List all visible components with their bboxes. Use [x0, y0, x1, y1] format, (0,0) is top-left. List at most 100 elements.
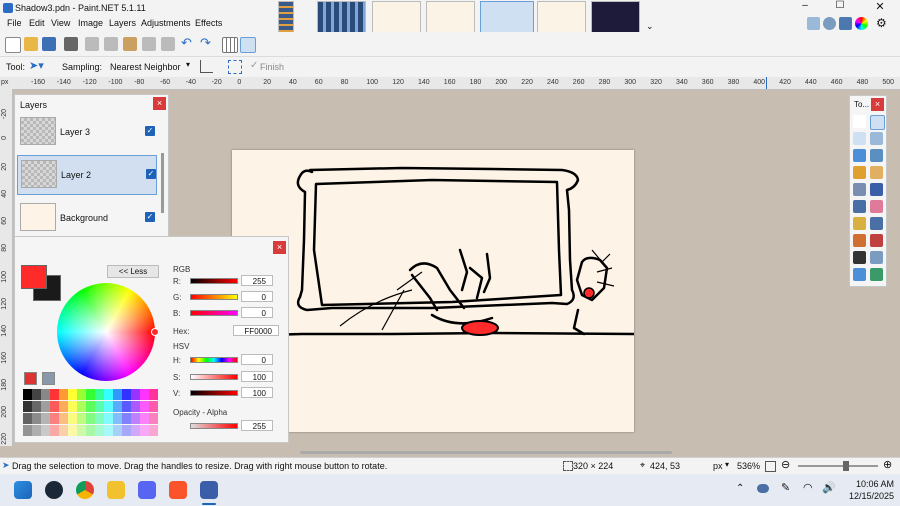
palette-swatch[interactable]: [41, 389, 50, 400]
redo-icon[interactable]: ↷: [200, 35, 214, 50]
onedrive-icon[interactable]: [757, 484, 769, 493]
palette-swatch[interactable]: [77, 401, 86, 412]
crop-icon[interactable]: [142, 37, 156, 51]
horizontal-scrollbar[interactable]: [300, 451, 672, 454]
layers-panel-close-button[interactable]: ×: [153, 97, 166, 110]
palette-swatch[interactable]: [77, 389, 86, 400]
s-slider[interactable]: [190, 374, 238, 380]
close-button[interactable]: ✕: [862, 0, 898, 16]
r-slider[interactable]: [190, 278, 238, 284]
palette-swatch[interactable]: [86, 413, 95, 424]
layer-row-layer3[interactable]: Layer 3 ✓: [17, 113, 157, 153]
ruler-icon[interactable]: [240, 37, 256, 53]
taskbar-date[interactable]: 12/15/2025: [834, 491, 894, 501]
discord-icon[interactable]: [138, 481, 156, 499]
move-selection-tool-icon[interactable]: [870, 115, 885, 130]
menu-layers[interactable]: Layers: [109, 18, 136, 28]
palette-swatch[interactable]: [131, 425, 140, 436]
palette-swatch[interactable]: [59, 413, 68, 424]
open-icon[interactable]: [24, 37, 38, 51]
palette-swatch[interactable]: [77, 425, 86, 436]
zoom-slider[interactable]: [798, 465, 878, 467]
move-selection-tool-icon[interactable]: ➤▾: [29, 59, 44, 72]
line-tool-icon[interactable]: [870, 251, 883, 264]
palette-swatch[interactable]: [140, 401, 149, 412]
v-slider[interactable]: [190, 390, 238, 396]
palette-swatch[interactable]: [23, 425, 32, 436]
palette-swatch[interactable]: [149, 401, 158, 412]
pen-icon[interactable]: ✎: [781, 481, 790, 494]
palette-swatch[interactable]: [122, 401, 131, 412]
palette-swatch[interactable]: [50, 425, 59, 436]
palette-swatch[interactable]: [77, 413, 86, 424]
palette-swatch[interactable]: [23, 389, 32, 400]
palette-swatch[interactable]: [23, 413, 32, 424]
eraser-tool-icon[interactable]: [870, 200, 883, 213]
v-value-input[interactable]: 100: [241, 387, 273, 398]
save-icon[interactable]: [42, 37, 56, 51]
paintbrush-tool-icon[interactable]: [853, 200, 866, 213]
palette-swatch[interactable]: [50, 389, 59, 400]
palette-swatch[interactable]: [50, 413, 59, 424]
h-slider[interactable]: [190, 357, 238, 363]
g-slider[interactable]: [190, 294, 238, 300]
antialias-icon[interactable]: [200, 60, 213, 73]
palette-swatch[interactable]: [104, 425, 113, 436]
palette-swatch[interactable]: [131, 389, 140, 400]
pencil-tool-icon[interactable]: [853, 217, 866, 230]
colors-toggle-icon[interactable]: [855, 17, 868, 30]
menu-adjustments[interactable]: Adjustments: [141, 18, 191, 28]
palette-swatch[interactable]: [113, 389, 122, 400]
b-slider[interactable]: [190, 310, 238, 316]
color-picker-icon[interactable]: [24, 372, 37, 385]
menu-effects[interactable]: Effects: [195, 18, 222, 28]
history-icon[interactable]: [823, 17, 836, 30]
blend-mode-icon[interactable]: [228, 60, 242, 74]
settings-gear-icon[interactable]: ⚙: [876, 16, 887, 30]
menu-file[interactable]: File: [7, 18, 22, 28]
print-icon[interactable]: [64, 37, 78, 51]
palette-menu-icon[interactable]: [42, 372, 55, 385]
cut-icon[interactable]: [85, 37, 99, 51]
palette-swatch[interactable]: [95, 389, 104, 400]
palette-swatch[interactable]: [95, 425, 104, 436]
layer-visibility-checkbox[interactable]: ✓: [145, 212, 155, 222]
windows-start-icon[interactable]: [14, 481, 32, 499]
paste-icon[interactable]: [123, 37, 137, 51]
clone-stamp-tool-icon[interactable]: [853, 234, 866, 247]
palette-swatch[interactable]: [41, 413, 50, 424]
colors-panel-close-button[interactable]: ×: [273, 241, 286, 254]
tools-panel-close-button[interactable]: ×: [871, 98, 884, 111]
r-value-input[interactable]: 255: [241, 275, 273, 286]
g-value-input[interactable]: 0: [241, 291, 273, 302]
color-wheel[interactable]: [57, 283, 155, 381]
palette-swatch[interactable]: [95, 401, 104, 412]
brave-icon[interactable]: [169, 481, 187, 499]
palette-swatch[interactable]: [32, 425, 41, 436]
copy-icon[interactable]: [104, 37, 118, 51]
palette-swatches[interactable]: [23, 389, 158, 437]
palette-swatch[interactable]: [131, 413, 140, 424]
file-explorer-icon[interactable]: [107, 481, 125, 499]
zoom-in-icon[interactable]: ⊕: [883, 458, 892, 471]
sampling-select[interactable]: Nearest Neighbor ▾: [106, 59, 192, 73]
palette-swatch[interactable]: [113, 401, 122, 412]
palette-swatch[interactable]: [41, 401, 50, 412]
wheel-handle[interactable]: [151, 328, 159, 336]
menu-image[interactable]: Image: [78, 18, 103, 28]
zoom-out-icon[interactable]: ⊖: [781, 458, 790, 471]
layer-row-layer2-selected[interactable]: Layer 2 ✓: [17, 155, 157, 195]
palette-swatch[interactable]: [122, 413, 131, 424]
palette-swatch[interactable]: [140, 413, 149, 424]
magic-wand-tool-icon[interactable]: [853, 166, 866, 179]
palette-swatch[interactable]: [86, 389, 95, 400]
palette-swatch[interactable]: [59, 425, 68, 436]
palette-swatch[interactable]: [113, 413, 122, 424]
palette-swatch[interactable]: [113, 425, 122, 436]
unit-selector[interactable]: px: [713, 461, 723, 471]
taskbar-time[interactable]: 10:06 AM: [844, 479, 894, 489]
paint-bucket-tool-icon[interactable]: [853, 183, 866, 196]
palette-swatch[interactable]: [41, 425, 50, 436]
b-value-input[interactable]: 0: [241, 307, 273, 318]
palette-swatch[interactable]: [68, 413, 77, 424]
